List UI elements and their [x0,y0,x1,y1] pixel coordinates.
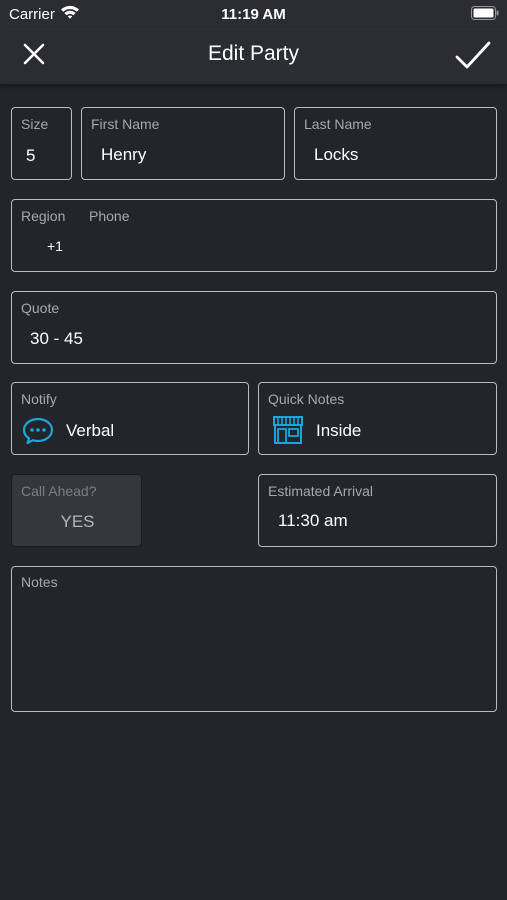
first-name-label: First Name [91,116,160,132]
size-field[interactable]: Size 5 [11,107,72,180]
quote-field[interactable]: Quote 30 - 45 [11,291,497,364]
size-value: 5 [26,146,36,165]
last-name-value: Locks [314,145,359,164]
estimated-arrival-label: Estimated Arrival [268,483,374,499]
estimated-arrival-field[interactable]: Estimated Arrival 11:30 am [258,474,497,547]
chat-bubble-icon [22,417,54,445]
notes-field[interactable]: Notes [11,566,497,712]
page-title: Edit Party [207,42,300,65]
phone-field[interactable]: Region Phone +1 [11,199,497,272]
region-label: Region [21,208,66,224]
last-name-label: Last Name [304,116,372,132]
checkmark-icon[interactable] [453,38,493,74]
estimated-arrival-value: 11:30 am [278,511,348,530]
quote-label: Quote [21,300,60,316]
notify-field[interactable]: Notify Verbal [11,382,249,455]
quote-value: 30 - 45 [30,329,83,348]
first-name-field[interactable]: First Name Henry [81,107,285,180]
battery-icon [471,6,499,20]
last-name-field[interactable]: Last Name Locks [294,107,497,180]
notify-label: Notify [21,391,57,407]
first-name-value: Henry [101,145,147,164]
size-label: Size [21,116,49,132]
status-time: 11:19 AM [221,6,286,23]
quick-notes-value: Inside [316,421,362,440]
quick-notes-label: Quick Notes [268,391,345,407]
quick-notes-field[interactable]: Quick Notes Inside [258,382,497,455]
region-value[interactable]: +1 [47,238,63,254]
call-ahead-value: YES [60,512,95,531]
notify-value: Verbal [66,421,115,440]
notes-label: Notes [21,574,58,590]
status-bar: Carrier 11:19 AM [0,0,507,28]
call-ahead-label: Call Ahead? [21,483,97,499]
navigation-bar: Edit Party [0,28,507,85]
storefront-icon [272,415,304,445]
phone-label: Phone [89,208,130,224]
call-ahead-field: Call Ahead? YES [11,474,142,547]
